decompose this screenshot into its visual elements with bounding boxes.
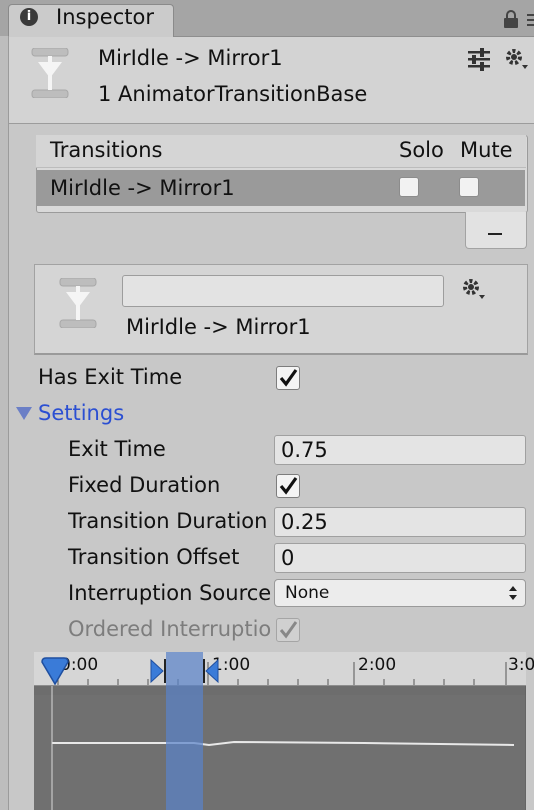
tick-label-3: 3:0 — [508, 655, 534, 675]
transition-duration-label: Transition Duration — [68, 509, 268, 533]
transition-offset-label: Transition Offset — [68, 545, 240, 569]
tab-label: Inspector — [56, 5, 154, 29]
settings-foldout[interactable]: Settings — [38, 401, 124, 425]
updown-arrows-icon — [509, 586, 517, 600]
left-edge — [0, 36, 9, 810]
exit-time-field[interactable]: 0.75 — [274, 435, 526, 465]
header-title: MirIdle -> Mirror1 — [98, 46, 283, 70]
transition-start-handle-icon[interactable] — [149, 658, 167, 684]
solo-checkbox[interactable] — [399, 177, 419, 197]
interruption-source-dropdown[interactable]: None — [274, 579, 526, 607]
has-exit-time-checkbox[interactable] — [276, 366, 300, 390]
lock-icon[interactable] — [500, 8, 522, 30]
source-marker-icon[interactable] — [40, 656, 70, 686]
exit-time-label: Exit Time — [68, 437, 166, 461]
mute-checkbox[interactable] — [459, 177, 479, 197]
ordered-interruption-checkbox — [276, 618, 300, 642]
transition-offset-field[interactable]: 0 — [274, 543, 526, 573]
transition-row-label: MirIdle -> Mirror1 — [50, 176, 235, 200]
ordered-interruption-label: Ordered Interruption — [68, 617, 273, 641]
has-exit-time-label: Has Exit Time — [38, 365, 183, 389]
more-menu-icon[interactable] — [526, 10, 534, 30]
gear-icon[interactable] — [460, 276, 486, 302]
transition-region[interactable] — [166, 652, 203, 810]
ruler-ticks — [57, 662, 507, 685]
checkmark-icon — [279, 621, 298, 639]
info-icon: i — [20, 8, 38, 26]
col-solo: Solo — [399, 138, 444, 162]
preset-icon[interactable] — [466, 46, 492, 72]
card-transition-label: MirIdle -> Mirror1 — [126, 315, 311, 339]
timeline-track — [34, 685, 526, 810]
col-mute: Mute — [460, 138, 513, 162]
minus-icon — [488, 233, 502, 235]
transition-name-input[interactable] — [122, 275, 444, 307]
transition-icon — [59, 278, 97, 328]
transition-duration-field[interactable]: 0.25 — [274, 507, 526, 537]
foldout-arrow-icon[interactable] — [14, 404, 34, 422]
checkmark-icon — [279, 477, 298, 495]
remove-transition-button[interactable] — [465, 212, 527, 249]
col-transitions: Transitions — [50, 138, 163, 162]
fixed-duration-label: Fixed Duration — [68, 473, 221, 497]
transition-end-handle-icon[interactable] — [202, 658, 220, 684]
transition-icon — [31, 48, 69, 98]
fixed-duration-checkbox[interactable] — [276, 474, 300, 498]
interruption-source-value: None — [285, 583, 330, 603]
header-subtitle: 1 AnimatorTransitionBase — [98, 82, 368, 106]
interruption-source-label: Interruption Source — [68, 581, 272, 605]
gear-icon[interactable] — [503, 46, 529, 72]
checkmark-icon — [279, 369, 298, 387]
tick-label-2: 2:00 — [358, 655, 397, 675]
